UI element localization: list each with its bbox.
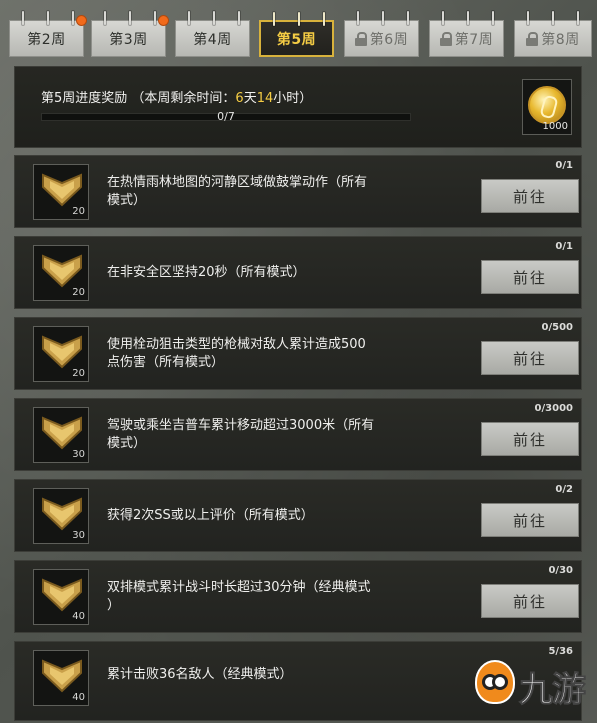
tab-week-3[interactable]: 第3周 xyxy=(91,11,169,57)
task-row: 20 在非安全区坚持20秒（所有模式） 0/1 前往 xyxy=(14,236,582,309)
badge-points: 40 xyxy=(72,611,85,622)
tab-week-2[interactable]: 第2周 xyxy=(9,11,87,57)
notification-dot xyxy=(158,15,169,26)
tab-label: 第8周 xyxy=(541,31,580,48)
task-row: 30 驾驶或乘坐吉普车累计移动超过3000米（所有 模式） 0/3000 前往 xyxy=(14,398,582,471)
week-tabs: 第2周 第3周 第4周 第5周 第6周 第7周 第8周 xyxy=(0,0,597,60)
mascot-icon xyxy=(475,660,515,704)
task-description: 在非安全区坚持20秒（所有模式） xyxy=(107,264,306,280)
reward-badge: 30 xyxy=(33,407,89,463)
tab-label: 第2周 xyxy=(27,31,66,48)
task-progress: 0/1 xyxy=(555,241,573,252)
tab-label: 第5周 xyxy=(276,31,317,48)
reward-count: 1000 xyxy=(542,121,568,132)
go-button[interactable]: 前往 xyxy=(481,584,579,618)
notification-dot xyxy=(76,15,87,26)
badge-points: 20 xyxy=(72,287,85,298)
task-progress: 0/1 xyxy=(555,160,573,171)
task-description: 使用栓动狙击类型的枪械对敌人累计造成500 点伤害（所有模式） xyxy=(107,336,366,370)
go-button[interactable]: 前往 xyxy=(481,341,579,375)
task-row: 20 在热情雨林地图的河静区域做鼓掌动作（所有 模式） 0/1 前往 xyxy=(14,155,582,228)
chevron-badge-icon xyxy=(42,497,82,531)
lock-icon xyxy=(354,31,367,46)
chevron-badge-icon xyxy=(42,659,82,693)
watermark-text: 九游 xyxy=(519,670,587,711)
watermark-logo: 九游 xyxy=(475,658,590,711)
progress-title: 第5周进度奖励 （本周剩余时间：6天14小时） xyxy=(41,91,313,106)
reward-badge: 20 xyxy=(33,245,89,301)
chevron-badge-icon xyxy=(42,335,82,369)
weekly-progress-panel: 第5周进度奖励 （本周剩余时间：6天14小时） 0/7 1000 xyxy=(14,66,582,148)
task-progress: 0/2 xyxy=(555,484,573,495)
tab-week-7[interactable]: 第7周 xyxy=(429,11,504,57)
task-row: 40 双排模式累计战斗时长超过30分钟（经典模式） 0/30 前往 xyxy=(14,560,582,633)
task-progress: 5/36 xyxy=(548,646,573,657)
chevron-badge-icon xyxy=(42,173,82,207)
go-button[interactable]: 前往 xyxy=(481,503,579,537)
tab-label: 第3周 xyxy=(109,31,148,48)
gold-coin-icon xyxy=(528,86,566,124)
tab-week-4[interactable]: 第4周 xyxy=(175,11,250,57)
go-button[interactable]: 前往 xyxy=(481,260,579,294)
tab-week-5[interactable]: 第5周 xyxy=(259,12,334,57)
tab-week-8[interactable]: 第8周 xyxy=(514,11,592,57)
task-description: 在热情雨林地图的河静区域做鼓掌动作（所有 模式） xyxy=(107,174,368,208)
go-button[interactable]: 前往 xyxy=(481,179,579,213)
days-remaining: 6 xyxy=(235,91,244,106)
task-row: 20 使用栓动狙击类型的枪械对敌人累计造成500 点伤害（所有模式） 0/500 … xyxy=(14,317,582,390)
badge-points: 30 xyxy=(72,449,85,460)
badge-points: 40 xyxy=(72,692,85,703)
task-progress: 0/500 xyxy=(541,322,573,333)
lock-icon xyxy=(526,31,539,46)
tab-label: 第7周 xyxy=(454,31,494,48)
task-description: 双排模式累计战斗时长超过30分钟（经典模式） xyxy=(107,579,371,613)
chevron-badge-icon xyxy=(42,254,82,288)
badge-points: 30 xyxy=(72,530,85,541)
reward-badge: 40 xyxy=(33,650,89,706)
tab-label: 第6周 xyxy=(369,31,409,48)
reward-badge: 30 xyxy=(33,488,89,544)
task-description: 驾驶或乘坐吉普车累计移动超过3000米（所有 模式） xyxy=(107,417,375,451)
progress-count: 0/7 xyxy=(217,110,235,123)
lock-icon xyxy=(439,31,452,46)
task-progress: 0/30 xyxy=(548,565,573,576)
tab-label: 第4周 xyxy=(193,31,232,48)
task-progress: 0/3000 xyxy=(534,403,573,414)
hours-remaining: 14 xyxy=(256,91,274,106)
badge-points: 20 xyxy=(72,368,85,379)
chevron-badge-icon xyxy=(42,578,82,612)
reward-badge: 40 xyxy=(33,569,89,625)
task-description: 累计击败36名敌人（经典模式） xyxy=(107,667,293,682)
badge-points: 20 xyxy=(72,206,85,217)
chevron-badge-icon xyxy=(42,416,82,450)
go-button[interactable]: 前往 xyxy=(481,422,579,456)
reward-item[interactable]: 1000 xyxy=(522,79,572,135)
tab-week-6[interactable]: 第6周 xyxy=(344,11,419,57)
reward-badge: 20 xyxy=(33,164,89,220)
task-description: 获得2次SS或以上评价（所有模式） xyxy=(107,507,314,523)
reward-badge: 20 xyxy=(33,326,89,382)
task-row: 30 获得2次SS或以上评价（所有模式） 0/2 前往 xyxy=(14,479,582,552)
